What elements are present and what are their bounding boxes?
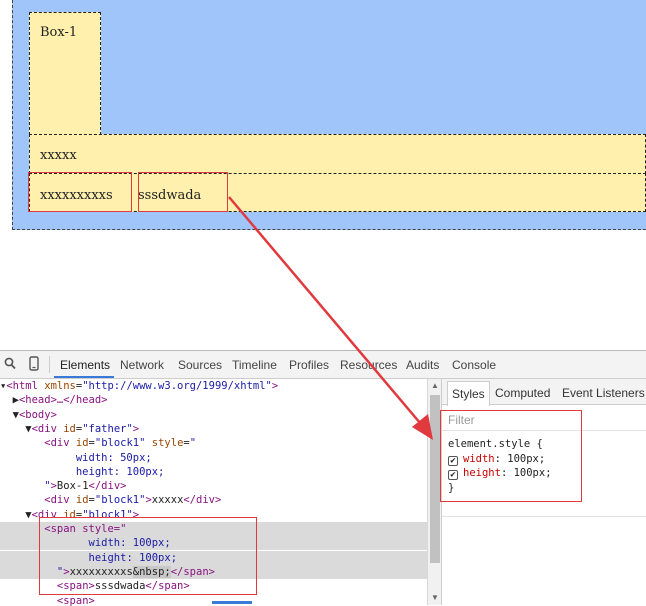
device-mode-icon[interactable] [29,356,39,374]
tab-console[interactable]: Console [452,358,496,372]
box-1-block: Box-1 [29,12,101,135]
dom-scrollbar[interactable]: ▲ ▼ [427,379,441,605]
tab-event-listeners[interactable]: Event Listeners [562,386,645,400]
scroll-down-icon[interactable]: ▼ [431,593,439,602]
tab-timeline[interactable]: Timeline [232,358,277,372]
scroll-thumb[interactable] [430,395,440,563]
tab-network[interactable]: Network [120,358,164,372]
scroll-up-icon[interactable]: ▲ [431,381,439,390]
dom-node-body[interactable]: ▼<body> [0,408,427,422]
devtools-toolbar: Elements Network Sources Timeline Profil… [0,351,646,379]
annotation-box-dom-span [39,517,257,595]
dom-node-block1-b[interactable]: <div id="block1">xxxxx</div> [0,493,427,507]
dom-node-father[interactable]: ▼<div id="father"> [0,422,427,436]
block1-line-1-text: xxxxx [40,148,77,163]
dom-node-head[interactable]: ▶<head>…</head> [0,393,427,407]
tab-computed[interactable]: Computed [495,386,550,400]
tab-audits[interactable]: Audits [406,358,439,372]
active-tab-indicator [54,376,114,378]
styles-divider [442,516,646,517]
search-icon[interactable] [4,357,16,373]
toolbar-divider [49,356,50,373]
block1-line-1: xxxxx [29,134,646,174]
dom-style-height-100: height: 100px; [75,465,165,478]
dom-node-block1-a[interactable]: <div id="block1" style=" [0,436,427,450]
box-1-text: Box-1 [40,25,78,40]
dom-node-html[interactable]: ▾<html xmlns="http://www.w3.org/1999/xht… [0,379,427,393]
dom-node-block1-a-close: ">Box-1</div> [44,480,127,493]
annotation-box-span2 [138,172,228,212]
tab-styles[interactable]: Styles [447,381,490,406]
tab-sources[interactable]: Sources [178,358,222,372]
annotation-box-styles [440,410,582,502]
sidebar-tabs: Styles Computed Event Listeners [442,379,646,406]
tab-profiles[interactable]: Profiles [289,358,329,372]
annotation-box-span1 [28,172,132,212]
dom-style-width-50: width: 50px; [75,451,152,464]
tab-resources[interactable]: Resources [340,358,397,372]
tab-elements[interactable]: Elements [60,358,110,372]
